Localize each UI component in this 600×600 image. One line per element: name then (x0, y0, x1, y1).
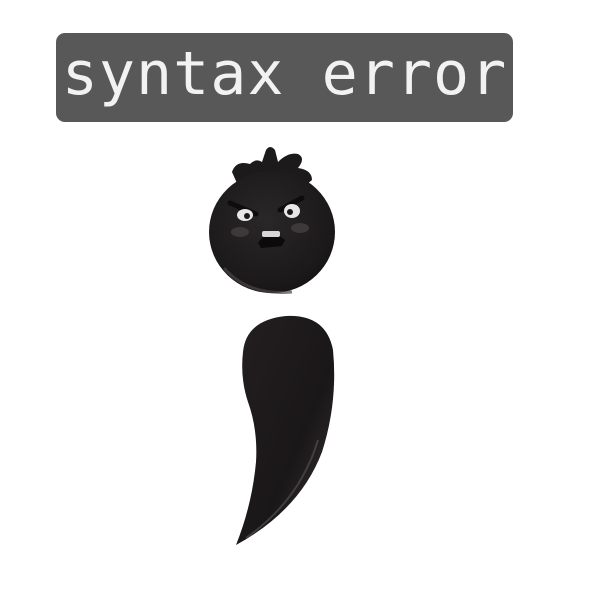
teeth (262, 231, 280, 237)
left-cheek (231, 227, 249, 237)
tail-shape (236, 315, 335, 545)
right-cheek (291, 223, 309, 233)
left-pupil (244, 213, 250, 219)
right-pupil (287, 209, 293, 215)
semicolon-character-illustration (209, 147, 335, 545)
character-head (209, 147, 335, 294)
character-tail (236, 315, 335, 545)
